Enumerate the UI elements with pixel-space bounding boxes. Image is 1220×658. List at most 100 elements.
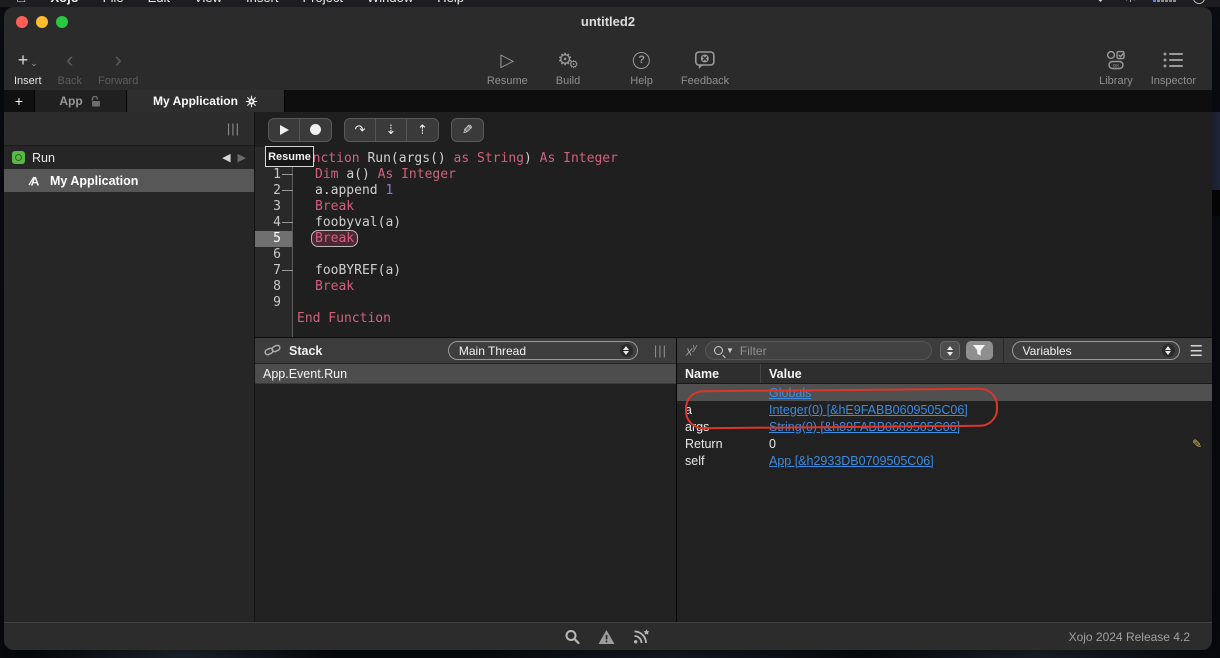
- variable-value-link[interactable]: Integer(0) [&hE9FABB0609505C06]: [761, 403, 968, 417]
- step-out-button[interactable]: ⇡: [407, 119, 438, 141]
- tab-my-application[interactable]: My Application: [127, 90, 285, 112]
- build-button[interactable]: ⚙⚙ Build: [542, 39, 594, 87]
- step-over-button[interactable]: ↷: [345, 119, 376, 141]
- code-line: 4foobyval(a): [255, 215, 1212, 231]
- forward-button[interactable]: › Forward: [98, 39, 138, 87]
- thread-dropdown[interactable]: Main Thread: [448, 341, 638, 360]
- variables-panel-header: xy ▼: [677, 338, 1212, 364]
- variable-row[interactable]: aInteger(0) [&hE9FABB0609505C06]: [677, 401, 1212, 418]
- resume-toolbar-button[interactable]: ▷ Resume: [473, 39, 542, 87]
- battery-indicator-icon[interactable]: [1153, 0, 1176, 2]
- filter-funnel-button[interactable]: [966, 341, 993, 360]
- expression-xy-icon[interactable]: xy: [686, 342, 697, 358]
- feedback-button[interactable]: Feedback: [667, 39, 743, 87]
- step-out-icon: ⇡: [417, 122, 428, 138]
- apple-menu-icon[interactable]: : [16, 0, 27, 5]
- chain-link-icon: [264, 343, 281, 358]
- chevron-left-icon: ‹: [66, 46, 73, 74]
- code-line: 2a.append 1: [255, 183, 1212, 199]
- filter-searchbox[interactable]: ▼: [705, 341, 932, 360]
- new-tab-button[interactable]: +: [4, 90, 35, 112]
- spotlight-extra-icon[interactable]: ✳: [1124, 0, 1137, 7]
- menu-project[interactable]: Project: [303, 0, 343, 5]
- menu-view[interactable]: View: [194, 0, 222, 5]
- menu-insert[interactable]: Insert: [246, 0, 279, 5]
- filter-input[interactable]: [740, 344, 923, 358]
- debug-stop-button[interactable]: [300, 119, 331, 141]
- value-column-header[interactable]: Value: [761, 367, 802, 381]
- stack-frame-row[interactable]: App.Event.Run: [255, 364, 676, 384]
- variable-value-link[interactable]: String(0) [&h89FABB0609505C06]: [761, 420, 960, 434]
- code-editor[interactable]: Function Run(args() as String) As Intege…: [255, 147, 1212, 337]
- variable-value-link[interactable]: Globals: [761, 386, 811, 400]
- back-button[interactable]: ‹ Back: [58, 39, 82, 87]
- sidebar-item-my-application[interactable]: A My Application: [4, 169, 254, 192]
- insert-button[interactable]: +⌄ Insert: [14, 39, 42, 87]
- debug-resume-button[interactable]: [269, 119, 300, 141]
- menu-help[interactable]: Help: [437, 0, 464, 5]
- sidebar-item-run[interactable]: Run ◀ ▶: [4, 146, 254, 169]
- variable-value-link[interactable]: App [&h2933DB0709505C06]: [761, 454, 934, 468]
- menu-window[interactable]: Window: [367, 0, 413, 5]
- editor-tabbar: + App My Application: [4, 90, 1212, 112]
- code-line: 7fooBYREF(a): [255, 263, 1212, 279]
- stepper-control[interactable]: [940, 341, 960, 360]
- library-button[interactable]: OK Library: [1099, 39, 1133, 87]
- clock-menu-icon[interactable]: ◷: [1192, 0, 1206, 7]
- variable-row[interactable]: argsString(0) [&h89FABB0609505C06]: [677, 418, 1212, 435]
- step-into-button[interactable]: ⇣: [376, 119, 407, 141]
- variable-row[interactable]: Return0✎: [677, 435, 1212, 452]
- code-line: 8Break: [255, 279, 1212, 295]
- edit-code-button[interactable]: ✎: [452, 119, 483, 141]
- menu-file[interactable]: File: [103, 0, 124, 5]
- menu-edit[interactable]: Edit: [148, 0, 170, 5]
- variable-name: a: [677, 403, 761, 417]
- code-line: 6: [255, 247, 1212, 263]
- stack-panel: Stack Main Thread ||| App.Event.Run: [255, 338, 677, 622]
- feed-status-icon[interactable]: [633, 628, 652, 645]
- chevron-updown-icon: [620, 344, 633, 357]
- name-column-header[interactable]: Name: [677, 364, 761, 383]
- xojo-ide-window: untitled2 +⌄ Insert ‹ Back › Forward ▷ R…: [4, 7, 1212, 650]
- stack-grip-icon[interactable]: |||: [654, 343, 667, 358]
- warnings-status-icon[interactable]: [598, 629, 616, 645]
- window-title: untitled2: [4, 14, 1212, 29]
- debugger-toolbar: ↷ ⇣ ⇡ ✎: [255, 112, 1212, 147]
- panel-grip-icon[interactable]: |||: [227, 121, 240, 136]
- feedback-bubble-icon: [694, 46, 716, 74]
- variable-row[interactable]: selfApp [&h2933DB0709505C06]: [677, 452, 1212, 469]
- variables-dropdown[interactable]: Variables: [1012, 341, 1180, 360]
- dropbox-menu-icon[interactable]: ❖: [1093, 0, 1107, 7]
- nav-forward-arrow-icon[interactable]: ▶: [238, 151, 246, 164]
- question-circle-icon: ?: [633, 46, 650, 74]
- search-icon: [714, 346, 723, 355]
- pencil-icon: ✎: [462, 122, 473, 138]
- step-over-icon: ↷: [355, 122, 366, 138]
- code-lines: Function Run(args() as String) As Intege…: [255, 151, 1212, 327]
- search-scope-caret-icon[interactable]: ▼: [726, 346, 734, 355]
- stack-panel-title: Stack: [289, 344, 322, 358]
- inspector-button[interactable]: Inspector: [1151, 39, 1196, 87]
- tab-app[interactable]: App: [35, 90, 127, 112]
- svg-text:OK: OK: [1113, 63, 1120, 68]
- variables-panel: xy ▼: [677, 338, 1212, 622]
- nav-back-arrow-icon[interactable]: ◀: [222, 151, 230, 164]
- variable-row[interactable]: Globals: [677, 384, 1212, 401]
- gears-icon: ⚙⚙: [557, 46, 578, 74]
- resume-tooltip: Resume: [265, 146, 314, 167]
- panel-menu-icon[interactable]: ☰: [1190, 342, 1203, 360]
- wallpaper-strip-dark: [1212, 190, 1220, 216]
- menu-xojo[interactable]: Xojo: [51, 0, 79, 5]
- help-button[interactable]: ? Help: [616, 39, 667, 87]
- code-line: End Function: [255, 311, 1212, 327]
- macos-menubar:  Xojo File Edit View Insert Project Win…: [0, 0, 1220, 7]
- stack-frame-list: App.Event.Run: [255, 364, 676, 384]
- code-line: Function Run(args() as String) As Intege…: [255, 151, 1212, 167]
- window-statusbar: Xojo 2024 Release 4.2: [4, 622, 1212, 650]
- search-status-icon[interactable]: [565, 629, 581, 645]
- variables-table-header: Name Value: [677, 364, 1212, 384]
- edit-value-pencil-icon[interactable]: ✎: [1192, 437, 1202, 451]
- run-status-icon: [12, 151, 25, 164]
- window-titlebar[interactable]: untitled2: [4, 7, 1212, 36]
- bug-icon: [245, 95, 258, 108]
